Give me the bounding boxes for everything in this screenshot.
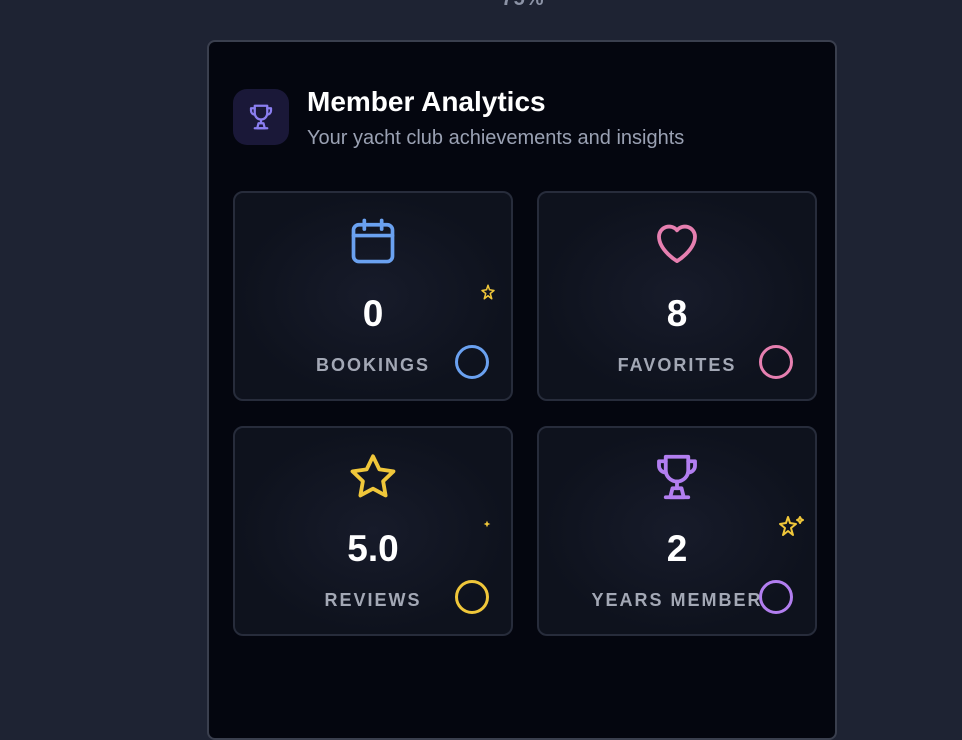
- stat-card-reviews[interactable]: 5.0 REVIEWS: [233, 426, 513, 636]
- stat-value: 0: [362, 293, 384, 334]
- progress-ring: [759, 345, 793, 379]
- progress-ring: [455, 580, 489, 614]
- progress-ring: [455, 345, 489, 379]
- star-icon: [350, 454, 396, 498]
- progress-ring: [759, 580, 793, 614]
- stat-value: 5.0: [347, 528, 399, 569]
- sparkle-icon: [483, 520, 491, 528]
- page-title: Member Analytics: [307, 86, 546, 117]
- stat-card-years-member[interactable]: 2 YEARS MEMBER: [537, 426, 817, 636]
- stat-card-favorites[interactable]: 8 FAVORITES: [537, 191, 817, 401]
- stat-value: 2: [666, 528, 688, 569]
- zoom-level-label: 75%: [0, 0, 962, 11]
- page-subtitle: Your yacht club achievements and insight…: [307, 127, 685, 149]
- trophy-icon: [249, 104, 273, 130]
- stat-value: 8: [666, 293, 688, 334]
- heart-icon: [657, 224, 697, 264]
- calendar-icon: [351, 218, 395, 264]
- trophy-icon: [657, 454, 697, 500]
- header-trophy-badge: [233, 89, 289, 145]
- stat-card-bookings[interactable]: 0 BOOKINGS: [233, 191, 513, 401]
